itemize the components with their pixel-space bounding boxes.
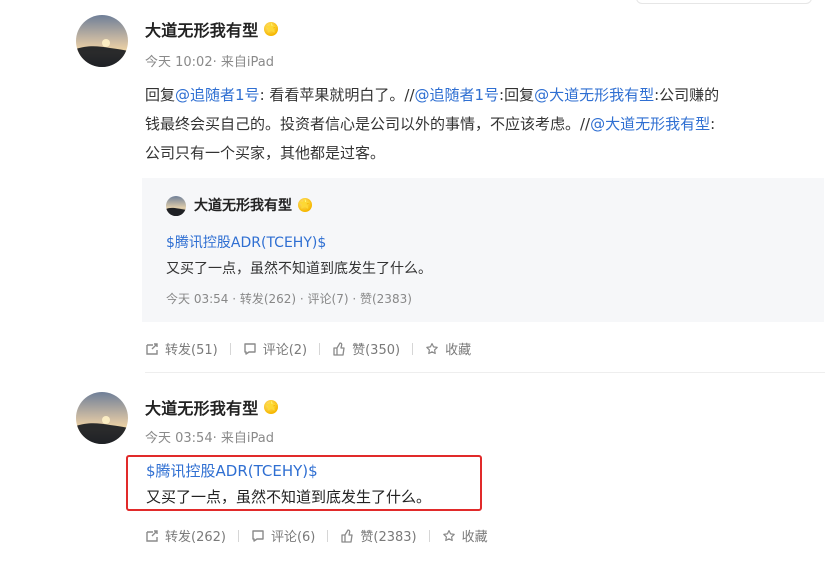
repost-text: 又买了一点，虽然不知道到底发生了什么。 — [166, 261, 432, 277]
divider — [412, 342, 414, 355]
forward-label: 转发(262) — [165, 530, 226, 545]
mention-link[interactable]: @追随者1号 — [415, 86, 500, 104]
repost-card[interactable]: 大道无形我有型 ⭐ $腾讯控股ADR(TCEHY)$ 又买了一点，虽然不知道到底… — [142, 178, 824, 322]
forward-label: 转发(51) — [165, 343, 218, 358]
post1-actions: 转发(51) 评论(2) 赞(350) 收藏 — [145, 339, 471, 358]
post2-header: 大道无形我有型 ⭐ — [145, 395, 279, 419]
repost-header: 大道无形我有型 ⭐ — [194, 195, 312, 215]
verified-badge-icon: ⭐ — [298, 198, 312, 212]
repost-author-name[interactable]: 大道无形我有型 — [194, 195, 292, 215]
favorite-button[interactable]: 收藏 — [442, 526, 488, 545]
post2-text: 又买了一点，虽然不知道到底发生了什么。 — [146, 488, 432, 506]
verified-badge-icon: ⭐ — [264, 400, 279, 414]
repost-meta: 今天 03:54 · 转发(262) · 评论(7) · 赞(2383) — [166, 292, 412, 306]
comment-button[interactable]: 评论(6) — [251, 526, 315, 545]
star-icon — [442, 529, 455, 541]
comment-icon — [243, 342, 256, 355]
post1-text-segment: :公司赚的 — [654, 86, 720, 104]
like-button[interactable]: 赞(350) — [332, 339, 400, 358]
like-button[interactable]: 赞(2383) — [340, 526, 417, 545]
top-corner-box — [636, 0, 812, 4]
comment-label: 评论(6) — [270, 530, 316, 545]
forward-button[interactable]: 转发(51) — [145, 339, 218, 358]
stock-tag-link[interactable]: $腾讯控股ADR(TCEHY)$ — [146, 460, 318, 481]
post1-text-line: 钱最终会买自己的。投资者信心是公司以外的事情，不应该考虑。//@大道无形我有型: — [145, 110, 825, 139]
post1-text-line: 公司只有一个买家，其他都是过客。 — [145, 139, 825, 168]
favorite-label: 收藏 — [445, 343, 472, 358]
post2-actions: 转发(262) 评论(6) 赞(2383) 收藏 — [145, 526, 488, 545]
star-icon — [426, 342, 438, 354]
mention-link[interactable]: @大道无形我有型 — [590, 115, 710, 133]
thumbs-up-icon — [333, 341, 345, 356]
comment-icon — [252, 529, 264, 542]
post1-header: 大道无形我有型 ⭐ — [145, 17, 279, 41]
stock-tag-link[interactable]: $腾讯控股ADR(TCEHY)$ — [166, 232, 326, 252]
post2-author-name[interactable]: 大道无形我有型 — [145, 395, 258, 419]
comment-label: 评论(2) — [262, 343, 308, 358]
mention-link[interactable]: @追随者1号 — [175, 86, 260, 104]
mention-link[interactable]: @大道无形我有型 — [534, 86, 654, 104]
post1-text-segment: 公司只有一个买家，其他都是过客。 — [145, 144, 386, 162]
forward-button[interactable]: 转发(262) — [145, 526, 226, 545]
avatar[interactable] — [76, 15, 128, 67]
verified-badge-icon: ⭐ — [264, 22, 279, 36]
like-label: 赞(2383) — [360, 530, 417, 545]
forward-icon — [146, 529, 158, 542]
thumbs-up-icon — [341, 528, 354, 543]
favorite-button[interactable]: 收藏 — [425, 339, 471, 358]
post1-text-segment: : 看看苹果就明白了。// — [259, 86, 415, 104]
divider — [428, 529, 430, 542]
post1-text-segment: 钱最终会买自己的。投资者信心是公司以外的事情，不应该考虑。// — [145, 115, 591, 133]
like-label: 赞(350) — [352, 343, 401, 358]
forward-icon — [146, 342, 158, 355]
post1-meta: 今天 10:02· 来自iPad — [145, 55, 274, 70]
post-divider — [145, 372, 825, 373]
divider — [229, 342, 231, 355]
divider — [237, 529, 239, 542]
divider — [319, 342, 321, 355]
post1-text-segment: :回复 — [499, 86, 535, 104]
divider — [327, 529, 329, 542]
post2-meta: 今天 03:54· 来自iPad — [145, 431, 274, 446]
post1-text: 回复@追随者1号: 看看苹果就明白了。//@追随者1号:回复@大道无形我有型:公… — [145, 81, 825, 168]
post1-author-name[interactable]: 大道无形我有型 — [145, 17, 258, 41]
post1-text-line: 回复@追随者1号: 看看苹果就明白了。//@追随者1号:回复@大道无形我有型:公… — [145, 81, 825, 110]
comment-button[interactable]: 评论(2) — [243, 339, 307, 358]
repost-avatar[interactable] — [166, 196, 186, 216]
favorite-label: 收藏 — [461, 530, 488, 545]
avatar[interactable] — [76, 392, 128, 444]
post1-text-segment: 回复 — [145, 86, 176, 104]
post1-text-segment: : — [710, 115, 716, 133]
